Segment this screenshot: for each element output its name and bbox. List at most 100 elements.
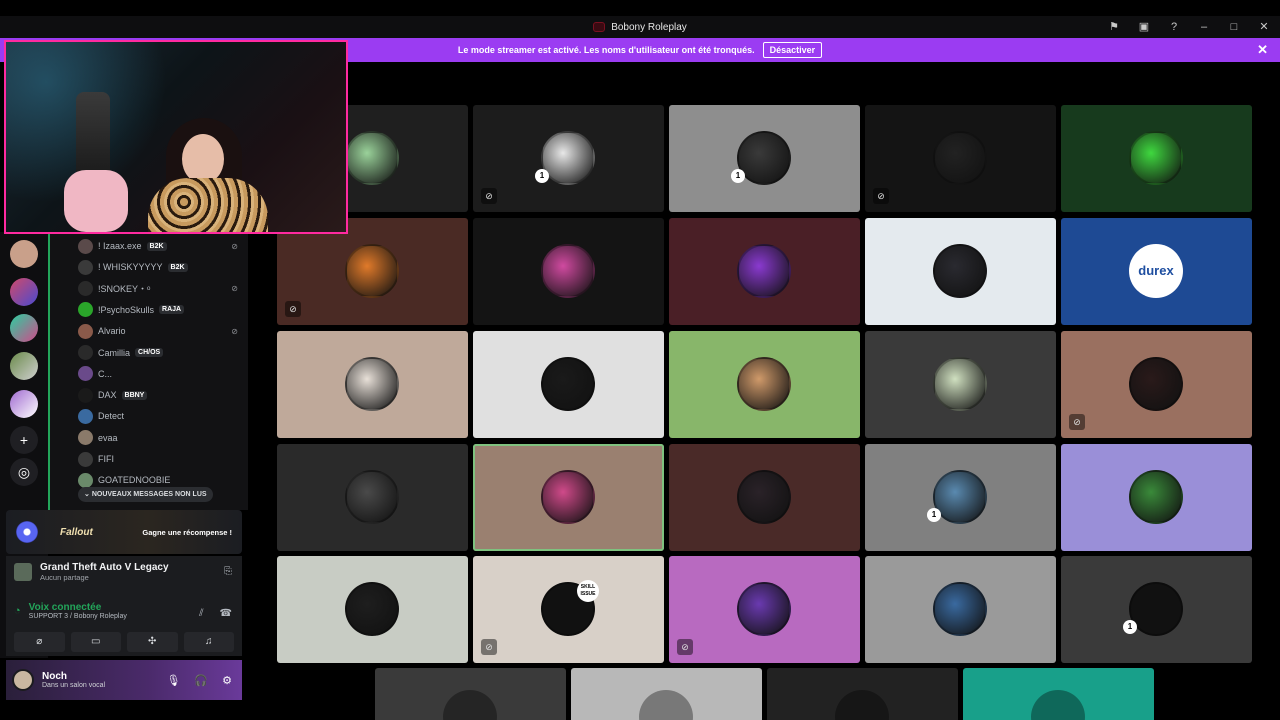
explore-icon[interactable]: ◎ <box>10 458 38 486</box>
muted-icon: ⊘ <box>481 188 497 204</box>
guild-tag: RAJA <box>159 305 185 315</box>
noise-suppression-icon[interactable]: ⫽ <box>199 608 203 619</box>
participant-tile[interactable] <box>767 668 958 720</box>
member-row[interactable]: !PsychoSkulls RAJA <box>78 300 248 320</box>
participant-tile[interactable]: ⊘ <box>669 556 860 663</box>
participant-tile[interactable]: 1 <box>669 105 860 212</box>
member-row[interactable]: FIFI <box>78 449 248 469</box>
participant-avatar <box>737 131 791 185</box>
settings-icon[interactable]: ⚙ <box>222 674 232 687</box>
member-row[interactable]: Camillia CH/OS <box>78 343 248 363</box>
participant-tile[interactable] <box>669 444 860 551</box>
participant-tile[interactable]: durex <box>1061 218 1252 325</box>
avatar[interactable] <box>12 669 34 691</box>
participant-tile[interactable] <box>865 218 1056 325</box>
participant-tile[interactable] <box>375 668 566 720</box>
participant-tile[interactable] <box>277 556 468 663</box>
member-name: Detect <box>98 411 125 422</box>
participant-tile[interactable] <box>1061 105 1252 212</box>
participant-tile[interactable] <box>473 218 664 325</box>
participant-avatar <box>443 690 497 720</box>
participant-tile[interactable] <box>669 218 860 325</box>
add-server-icon[interactable]: + <box>10 426 38 454</box>
avatar <box>78 345 93 360</box>
camera-off-icon[interactable]: ⌀ <box>14 632 65 652</box>
participant-tile[interactable] <box>571 668 762 720</box>
member-row[interactable]: !SNOKEY・ᵒ ⊘ <box>78 279 248 299</box>
avatar <box>78 259 93 275</box>
participant-avatar <box>541 357 595 411</box>
soundboard-icon[interactable]: ♫ <box>183 632 234 652</box>
maximize-icon[interactable]: □ <box>1228 16 1240 38</box>
screen-share-icon[interactable]: ⎘ <box>224 566 232 577</box>
promo-cta[interactable]: Gagne une récompense ! <box>142 528 232 537</box>
flag-icon[interactable]: ⚑ <box>1108 16 1120 38</box>
member-row[interactable]: Alvario ⊘ <box>78 321 248 341</box>
unread-messages-pill[interactable]: ⌄ NOUVEAUX MESSAGES NON LUS <box>78 487 213 502</box>
participant-tile[interactable] <box>473 331 664 438</box>
avatar <box>78 238 93 254</box>
server-icon-2[interactable] <box>10 278 38 306</box>
voice-channel[interactable]: SUPPORT 3 / Bobony Roleplay <box>29 613 127 620</box>
participant-tile[interactable]: 1 ⊘ <box>473 105 664 212</box>
webcam-person-face <box>182 134 224 184</box>
member-row[interactable]: DAX BBNY <box>78 385 248 405</box>
participant-avatar <box>1031 690 1085 720</box>
microphone-icon[interactable]: 🎙 <box>166 674 180 687</box>
server-icon-1[interactable] <box>10 240 38 268</box>
participant-tile[interactable] <box>277 331 468 438</box>
guild-tag: B2K <box>146 241 167 251</box>
member-name: evaa <box>98 432 118 443</box>
disconnect-icon[interactable]: ☎ <box>220 608 232 619</box>
participant-tile[interactable] <box>963 668 1154 720</box>
server-icon-3[interactable] <box>10 314 38 342</box>
member-row[interactable]: C... <box>78 364 248 384</box>
participant-tile[interactable] <box>865 556 1056 663</box>
banner-close-icon[interactable]: ✕ <box>1257 42 1268 58</box>
headphones-icon[interactable]: 🎧 <box>194 674 208 687</box>
disable-streamer-button[interactable]: Désactiver <box>762 42 823 58</box>
participant-tile[interactable]: ⊘ <box>277 218 468 325</box>
participant-tile[interactable] <box>865 331 1056 438</box>
close-icon[interactable]: ✕ <box>1258 16 1270 38</box>
muted-icon: ⊘ <box>677 639 693 655</box>
minimize-icon[interactable]: – <box>1198 16 1210 38</box>
share-screen-icon[interactable]: ▭ <box>70 632 121 652</box>
server-icon-5[interactable] <box>10 390 38 418</box>
user-controls: 🎙 🎧 ⚙ <box>166 674 232 687</box>
member-name: FIFI <box>98 454 114 464</box>
participant-tile[interactable] <box>473 444 664 551</box>
participant-tile[interactable]: 1 <box>1061 556 1252 663</box>
participant-tile[interactable]: ⊘ <box>1061 331 1252 438</box>
participant-tile[interactable]: 1 <box>865 444 1056 551</box>
member-name: GOATEDNOOBIE <box>98 475 171 486</box>
participant-tile[interactable] <box>1061 444 1252 551</box>
member-row[interactable]: evaa <box>78 428 248 448</box>
activity-row: Grand Theft Auto V Legacy Aucun partage <box>14 562 169 582</box>
participant-tile[interactable] <box>277 444 468 551</box>
participant-tile[interactable]: ⊘ <box>865 105 1056 212</box>
member-row[interactable]: ! Izaax.exe B2K ⊘ <box>78 236 248 256</box>
participant-tile[interactable] <box>669 331 860 438</box>
participant-avatar <box>1129 357 1183 411</box>
participant-avatar <box>933 470 987 524</box>
muted-icon: ⊘ <box>873 188 889 204</box>
banner-text: Le mode streamer est activé. Les noms d'… <box>457 45 755 55</box>
inbox-icon[interactable]: ▣ <box>1138 16 1150 38</box>
participant-avatar <box>933 131 987 185</box>
user-info[interactable]: Noch Dans un salon vocal <box>42 671 105 689</box>
game-icon <box>14 563 32 581</box>
member-row[interactable]: ! WHISKYYYYY B2K <box>78 257 248 277</box>
participant-tile[interactable]: SKILL ISSUE ⊘ <box>473 556 664 663</box>
promo-card[interactable]: Fallout Gagne une récompense ! <box>6 510 242 554</box>
member-name: C... <box>98 368 113 379</box>
help-icon[interactable]: ? <box>1168 16 1180 38</box>
activities-icon[interactable]: ✣ <box>127 632 178 652</box>
server-icon-4[interactable] <box>10 352 38 380</box>
member-row[interactable]: Detect <box>78 406 248 426</box>
member-name: Alvario <box>98 326 126 337</box>
quest-orb-icon <box>16 521 38 543</box>
avatar <box>78 430 93 446</box>
member-name: DAX <box>98 390 117 401</box>
participant-avatar <box>541 244 595 298</box>
